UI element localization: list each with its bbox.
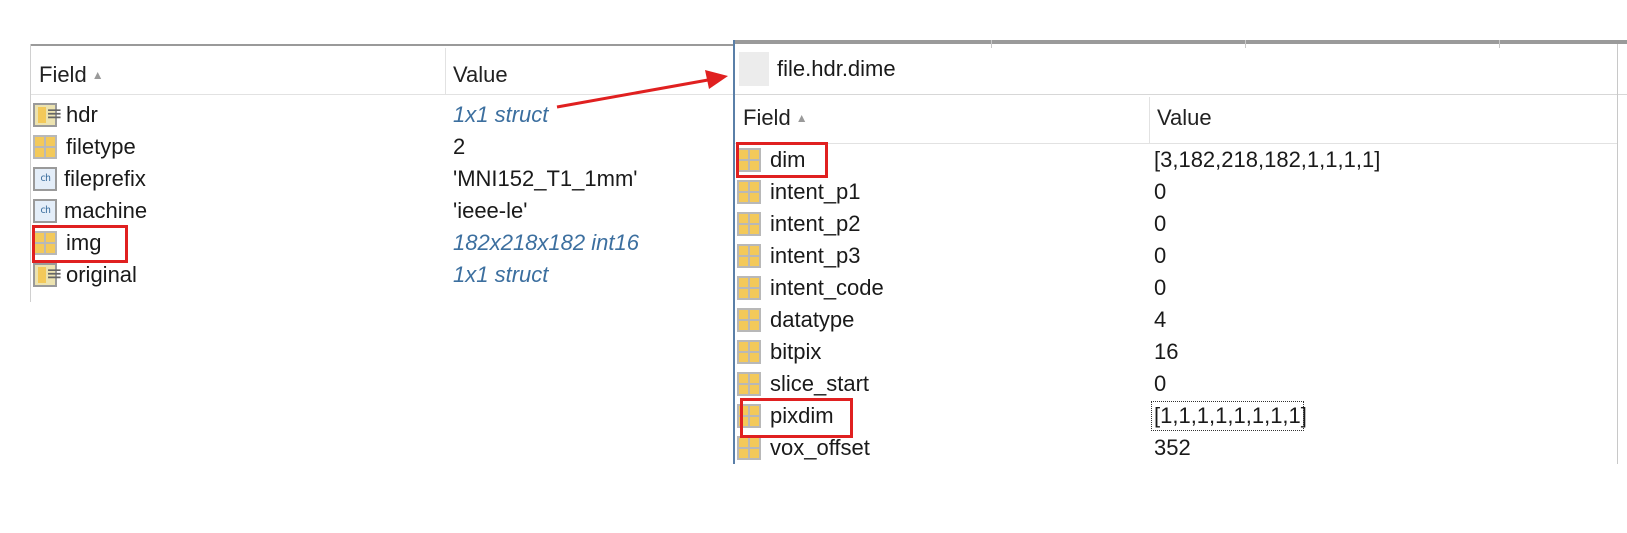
table-row-datatype[interactable]: datatype 4	[735, 304, 1617, 336]
grid-icon	[33, 135, 57, 159]
field-value: 2	[453, 134, 466, 159]
field-name: intent_p1	[770, 179, 861, 204]
sort-ascending-icon: ▲	[91, 68, 104, 82]
column-divider[interactable]	[445, 48, 446, 94]
table-row-intent-p1[interactable]: intent_p1 0	[735, 176, 1617, 208]
right-table-header: Field ▲ Value	[735, 95, 1617, 144]
highlight-box-pixdim	[740, 398, 853, 438]
field-name: bitpix	[770, 339, 822, 364]
cell-focus-outline	[1151, 401, 1304, 431]
table-row-filetype[interactable]: filetype 2	[31, 131, 735, 163]
struct-icon	[33, 261, 63, 287]
grid-icon	[737, 340, 761, 364]
table-row-intent-p3[interactable]: intent_p3 0	[735, 240, 1617, 272]
field-value: [3,182,218,182,1,1,1,1]	[1154, 147, 1381, 172]
field-name: intent_p3	[770, 243, 861, 268]
highlight-box-img	[32, 225, 128, 263]
variable-icon	[739, 52, 769, 86]
field-value: 0	[1154, 211, 1167, 236]
field-value[interactable]: 182x218x182 int16	[453, 227, 639, 259]
table-row-intent-p2[interactable]: intent_p2 0	[735, 208, 1617, 240]
char-icon: ch	[33, 167, 57, 191]
value-header-label: Value	[1157, 105, 1212, 130]
field-name: datatype	[770, 307, 855, 332]
field-column-header[interactable]: Field ▲	[39, 46, 104, 94]
table-row-bitpix[interactable]: bitpix 16	[735, 336, 1617, 368]
left-table-header: Field ▲ Value	[31, 46, 735, 95]
field-value: 16	[1154, 339, 1179, 364]
table-row-machine[interactable]: ch machine 'ieee-le'	[31, 195, 735, 227]
field-value: 0	[1154, 243, 1167, 268]
grid-icon	[737, 436, 761, 460]
char-icon: ch	[33, 199, 57, 223]
field-value: 0	[1154, 371, 1167, 396]
table-row-vox-offset[interactable]: vox_offset 352	[735, 432, 1617, 464]
table-row-original[interactable]: original 1x1 struct	[31, 259, 735, 291]
variable-path-bar: file.hdr.dime	[735, 44, 1627, 95]
grid-icon	[737, 212, 761, 236]
field-header-label: Field	[39, 62, 87, 87]
left-variable-table: Field ▲ Value hdr 1x1 struct filetype 2 c…	[30, 44, 735, 302]
struct-icon	[33, 101, 63, 127]
highlight-box-dim	[736, 142, 828, 178]
grid-icon	[737, 180, 761, 204]
field-name: intent_code	[770, 275, 884, 300]
table-row-img[interactable]: img 182x218x182 int16	[31, 227, 735, 259]
variable-path: file.hdr.dime	[777, 56, 896, 81]
grid-icon	[737, 244, 761, 268]
field-value: 352	[1154, 435, 1191, 460]
field-value[interactable]: 1x1 struct	[453, 99, 548, 131]
field-value[interactable]: 1x1 struct	[453, 259, 548, 291]
field-name: filetype	[66, 134, 136, 159]
table-row-hdr[interactable]: hdr 1x1 struct	[31, 99, 735, 131]
sort-ascending-icon: ▲	[795, 111, 808, 125]
field-column-header[interactable]: Field ▲	[743, 95, 808, 143]
field-value: 'ieee-le'	[453, 198, 528, 223]
field-name: original	[66, 262, 137, 287]
field-name: intent_p2	[770, 211, 861, 236]
column-divider[interactable]	[1149, 97, 1150, 143]
field-value: 'MNI152_T1_1mm'	[453, 166, 638, 191]
grid-icon	[737, 276, 761, 300]
field-name: hdr	[66, 102, 98, 127]
panel-edge	[1617, 44, 1618, 464]
field-value: 0	[1154, 275, 1167, 300]
table-row-dim[interactable]: dim [3,182,218,182,1,1,1,1]	[735, 144, 1617, 176]
field-name: machine	[64, 198, 148, 223]
right-variable-table: file.hdr.dime Field ▲ Value dim [3,182,21…	[733, 40, 1627, 464]
value-column-header[interactable]: Value	[1157, 95, 1212, 143]
table-row-intent-code[interactable]: intent_code 0	[735, 272, 1617, 304]
field-value: 4	[1154, 307, 1167, 332]
grid-icon	[737, 308, 761, 332]
value-header-label: Value	[453, 62, 508, 87]
table-row-slice-start[interactable]: slice_start 0	[735, 368, 1617, 400]
field-name: slice_start	[770, 371, 870, 396]
grid-icon	[737, 372, 761, 396]
field-value: 0	[1154, 179, 1167, 204]
field-name: fileprefix	[64, 166, 146, 191]
value-column-header[interactable]: Value	[453, 46, 508, 94]
field-header-label: Field	[743, 105, 791, 130]
table-row-fileprefix[interactable]: ch fileprefix 'MNI152_T1_1mm'	[31, 163, 735, 195]
